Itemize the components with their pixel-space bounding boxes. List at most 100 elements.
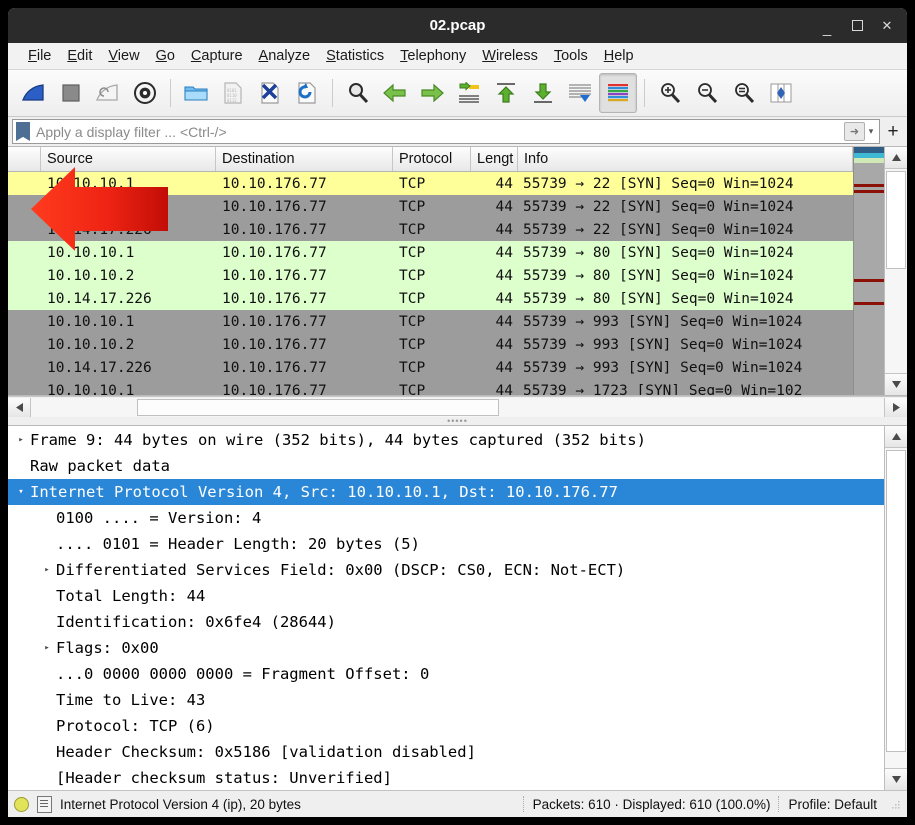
vertical-scroll-track[interactable] <box>885 448 907 768</box>
go-to-last-packet-icon[interactable] <box>525 74 561 112</box>
menu-help[interactable]: Help <box>596 46 642 66</box>
menu-view[interactable]: View <box>100 46 147 66</box>
menu-telephony[interactable]: Telephony <box>392 46 474 66</box>
packet-detail-row[interactable]: Time to Live: 43 <box>8 687 884 713</box>
column-header-source[interactable]: Source <box>41 147 216 171</box>
pane-splitter[interactable]: ••••• <box>8 416 907 425</box>
packet-detail-row[interactable]: ▸ Flags: 0x00 <box>8 635 884 661</box>
packet-cell-destination: 10.10.176.77 <box>222 221 327 238</box>
reload-file-icon[interactable] <box>289 74 325 112</box>
find-packet-icon[interactable] <box>340 74 376 112</box>
packet-list-horizontal-scrollbar[interactable] <box>8 396 907 417</box>
packet-detail-row[interactable]: ▸ Differentiated Services Field: 0x00 (DS… <box>8 557 884 583</box>
column-header-protocol[interactable]: Protocol <box>393 147 471 171</box>
packet-list-row[interactable]: 10.10.10.1 10.10.176.77 TCP 44 55739 → 22 [S… <box>8 172 853 195</box>
packet-detail-label: Raw packet data <box>30 457 170 475</box>
close-icon[interactable]: ✕ <box>873 12 901 40</box>
restart-capture-icon[interactable] <box>90 74 126 112</box>
minimize-icon[interactable]: _ <box>813 8 841 43</box>
scroll-down-icon[interactable] <box>885 373 907 395</box>
vertical-scroll-thumb[interactable] <box>886 450 906 752</box>
menu-capture[interactable]: Capture <box>183 46 251 66</box>
packet-cell-no <box>8 241 41 264</box>
packet-list-row[interactable]: 10.14.17.226 10.10.176.77 TCP 44 55739 → 22 … <box>8 218 853 241</box>
zoom-reset-icon[interactable] <box>726 74 762 112</box>
packet-detail-row[interactable]: Total Length: 44 <box>8 583 884 609</box>
packet-list-row[interactable]: 10.14.17.226 10.10.176.77 TCP 44 55739 → 993… <box>8 356 853 379</box>
window-controls: _ ✕ <box>813 8 901 43</box>
scroll-up-icon[interactable] <box>885 147 907 169</box>
save-file-icon[interactable]: 0101 0110 0112 <box>215 74 251 112</box>
packet-map-scrollbar[interactable] <box>853 147 884 395</box>
maximize-icon[interactable] <box>843 12 871 40</box>
menu-analyze[interactable]: Analyze <box>251 46 319 66</box>
menu-file[interactable]: File <box>20 46 59 66</box>
packet-detail-row[interactable]: Raw packet data <box>8 453 884 479</box>
go-forward-icon[interactable] <box>414 74 450 112</box>
packet-detail-row[interactable]: ...0 0000 0000 0000 = Fragment Offset: 0 <box>8 661 884 687</box>
capture-comment-icon[interactable] <box>37 795 52 813</box>
status-profile[interactable]: Profile: Default <box>788 797 877 812</box>
display-filter-input[interactable]: Apply a display filter ... <Ctrl-/> ➜ ▾ <box>12 119 880 144</box>
apply-filter-icon[interactable]: ➜ <box>844 122 865 141</box>
menu-wireless[interactable]: Wireless <box>474 46 546 66</box>
resize-grip-icon[interactable] <box>889 798 901 810</box>
start-capture-icon[interactable] <box>16 74 52 112</box>
filter-history-dropdown-icon[interactable]: ▾ <box>865 126 877 137</box>
scroll-left-icon[interactable] <box>8 397 31 417</box>
chevron-right-icon[interactable]: ▸ <box>40 565 54 575</box>
zoom-out-icon[interactable] <box>689 74 725 112</box>
packet-detail-row[interactable]: 0100 .... = Version: 4 <box>8 505 884 531</box>
packet-list-row[interactable]: 10.10.10.2 10.10.176.77 TCP 44 55739 → 22 [S… <box>8 195 853 218</box>
menu-statistics[interactable]: Statistics <box>318 46 392 66</box>
vertical-scroll-track[interactable] <box>885 169 907 373</box>
scroll-up-icon[interactable] <box>885 426 907 448</box>
packet-list-row[interactable]: 10.10.10.1 10.10.176.77 TCP 44 55739 → 993 [… <box>8 310 853 333</box>
packet-list-row[interactable]: 10.10.10.2 10.10.176.77 TCP 44 55739 → 80 [S… <box>8 264 853 287</box>
packet-list-row[interactable]: 10.10.10.2 10.10.176.77 TCP 44 55739 → 993 [… <box>8 333 853 356</box>
menu-edit[interactable]: Edit <box>59 46 100 66</box>
resize-columns-icon[interactable] <box>763 74 799 112</box>
go-back-icon[interactable] <box>377 74 413 112</box>
menu-tools[interactable]: Tools <box>546 46 596 66</box>
packet-detail-vertical-scrollbar[interactable] <box>884 426 907 790</box>
open-file-icon[interactable] <box>178 74 214 112</box>
packet-list-vertical-scrollbar[interactable] <box>884 147 907 395</box>
stop-capture-icon[interactable] <box>53 74 89 112</box>
packet-detail-row[interactable]: ▸ Frame 9: 44 bytes on wire (352 bits), 4… <box>8 427 884 453</box>
status-packet-counts: Packets: 610 · Displayed: 610 (100.0%) <box>532 796 771 812</box>
packet-list-header: Source Destination Protocol Lengt Info <box>8 147 853 172</box>
packet-detail-row[interactable]: Identification: 0x6fe4 (28644) <box>8 609 884 635</box>
packet-detail-row[interactable]: Header Checksum: 0x5186 [validation disa… <box>8 739 884 765</box>
scroll-right-icon[interactable] <box>884 397 907 417</box>
chevron-down-icon[interactable]: ▾ <box>14 487 28 497</box>
filter-bookmark-icon[interactable] <box>16 122 30 141</box>
column-header-no[interactable] <box>8 147 41 171</box>
packet-detail-row[interactable]: Protocol: TCP (6) <box>8 713 884 739</box>
zoom-in-icon[interactable] <box>652 74 688 112</box>
packet-list-row[interactable]: 10.10.10.1 10.10.176.77 TCP 44 55739 → 1723 … <box>8 379 853 395</box>
column-header-length[interactable]: Lengt <box>471 147 518 171</box>
close-file-icon[interactable] <box>252 74 288 112</box>
auto-scroll-icon[interactable] <box>562 74 598 112</box>
colorize-packets-icon[interactable] <box>599 73 637 113</box>
packet-detail-row[interactable]: [Header checksum status: Unverified] <box>8 765 884 790</box>
packet-detail-row[interactable]: ▾ Internet Protocol Version 4, Src: 10.10… <box>8 479 884 505</box>
packet-list-row[interactable]: 10.14.17.226 10.10.176.77 TCP 44 55739 → 80 … <box>8 287 853 310</box>
column-header-info[interactable]: Info <box>518 147 853 171</box>
add-filter-button-icon[interactable]: + <box>883 122 903 141</box>
packet-list-row[interactable]: 10.10.10.1 10.10.176.77 TCP 44 55739 → 80 [S… <box>8 241 853 264</box>
chevron-right-icon[interactable]: ▸ <box>40 643 54 653</box>
packet-detail-row[interactable]: .... 0101 = Header Length: 20 bytes (5) <box>8 531 884 557</box>
menu-go[interactable]: Go <box>148 46 183 66</box>
capture-options-icon[interactable] <box>127 74 163 112</box>
go-to-first-packet-icon[interactable] <box>488 74 524 112</box>
expert-info-icon[interactable] <box>14 796 29 812</box>
horizontal-scroll-thumb[interactable] <box>137 398 499 416</box>
horizontal-scroll-track[interactable] <box>31 397 884 417</box>
column-header-destination[interactable]: Destination <box>216 147 393 171</box>
vertical-scroll-thumb[interactable] <box>886 171 906 269</box>
go-to-packet-icon[interactable] <box>451 74 487 112</box>
scroll-down-icon[interactable] <box>885 768 907 790</box>
chevron-right-icon[interactable]: ▸ <box>14 435 28 445</box>
